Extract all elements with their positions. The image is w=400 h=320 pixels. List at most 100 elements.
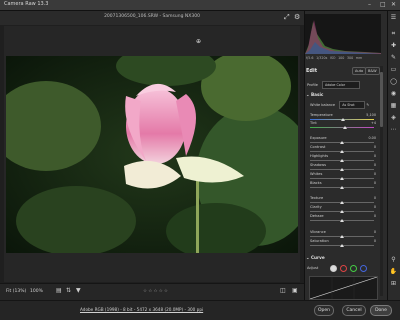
snapshots-icon[interactable]: ▦ bbox=[389, 102, 398, 109]
slider-value[interactable]: 0 bbox=[374, 239, 376, 243]
red-eye-icon[interactable]: ◉ bbox=[389, 90, 398, 97]
curve-line bbox=[309, 276, 378, 300]
curve-rgb-icon[interactable] bbox=[330, 265, 337, 272]
slider-label: Highlights bbox=[310, 154, 329, 158]
slider-value[interactable]: 0.00 bbox=[368, 136, 376, 140]
slider-knob[interactable] bbox=[340, 185, 344, 189]
edit-header: Edit bbox=[306, 68, 318, 74]
white-balance-select[interactable]: As Shot bbox=[339, 101, 366, 109]
profile-select[interactable]: Adobe Color bbox=[322, 81, 361, 89]
curve-red-icon[interactable] bbox=[340, 265, 347, 272]
before-after-icon[interactable]: ◫ bbox=[280, 287, 286, 294]
basic-section-header[interactable]: ⌄ Basic bbox=[306, 92, 323, 97]
slider-label: Blacks bbox=[310, 181, 322, 185]
adjust-label: Adjust bbox=[307, 266, 319, 270]
slider-value[interactable]: 0 bbox=[374, 172, 376, 176]
slider-label: Whites bbox=[310, 172, 323, 176]
slider-tint[interactable]: Tint +4 bbox=[310, 121, 376, 131]
histogram bbox=[305, 14, 381, 54]
slider-value[interactable]: 0 bbox=[374, 145, 376, 149]
slider-label: Clarity bbox=[310, 205, 322, 209]
crop-icon[interactable]: ⌗ bbox=[389, 30, 398, 38]
slider-value[interactable]: 0 bbox=[374, 214, 376, 218]
filter-icon[interactable]: ▼ bbox=[76, 287, 81, 294]
slider-knob[interactable] bbox=[340, 140, 344, 144]
slider-value[interactable]: +4 bbox=[371, 121, 376, 125]
slider-value[interactable]: 0 bbox=[374, 230, 376, 234]
title-bar: Camera Raw 13.3 – □ ✕ bbox=[0, 0, 400, 11]
toggle-view-icon[interactable]: ▣ bbox=[292, 287, 298, 294]
bw-button[interactable]: B&W bbox=[365, 67, 380, 75]
slider-knob[interactable] bbox=[340, 243, 344, 247]
star-rating[interactable]: ☆☆☆☆☆ bbox=[143, 289, 169, 294]
zoom-cursor-icon: ⊕ bbox=[196, 38, 202, 45]
adjustment-brush-icon[interactable]: ✎ bbox=[389, 54, 398, 61]
panel-scroll-thumb[interactable] bbox=[380, 72, 383, 127]
expand-icon[interactable]: ⤢ bbox=[284, 13, 290, 22]
sort-icon[interactable]: ⇅ bbox=[66, 287, 71, 294]
more-icon[interactable]: ⋯ bbox=[389, 126, 398, 133]
slider-knob[interactable] bbox=[340, 218, 344, 222]
workflow-options-link[interactable]: Adobe RGB (1998) - 8 bit - 5472 x 3648 (… bbox=[80, 307, 203, 312]
zoom-icon[interactable]: ⚲ bbox=[389, 256, 398, 263]
slider-dehaze[interactable]: Dehaze 0 bbox=[310, 214, 376, 224]
aperture-value: f/5.6 bbox=[306, 56, 314, 60]
fit-zoom-select[interactable]: Fit (13%) bbox=[6, 289, 26, 294]
slider-label: Shadows bbox=[310, 163, 327, 167]
maximize-icon[interactable]: □ bbox=[380, 1, 386, 8]
footer-bar: Adobe RGB (1998) - 8 bit - 5472 x 3648 (… bbox=[0, 300, 400, 320]
slider-track[interactable] bbox=[310, 127, 374, 128]
lotus-photo bbox=[6, 56, 298, 253]
slider-value[interactable]: 0 bbox=[374, 205, 376, 209]
curve-blue-icon[interactable] bbox=[360, 265, 367, 272]
slider-knob[interactable] bbox=[340, 176, 344, 180]
eyedropper-icon[interactable]: ✎ bbox=[366, 103, 369, 107]
curve-graph[interactable] bbox=[309, 276, 378, 300]
focal-length-value: 300 mm bbox=[346, 56, 363, 60]
radial-filter-icon[interactable]: ◯ bbox=[389, 78, 398, 85]
close-icon[interactable]: ✕ bbox=[391, 1, 396, 8]
curve-section-header[interactable]: ⌄ Curve bbox=[306, 255, 325, 260]
presets-icon[interactable]: ◈ bbox=[389, 114, 398, 121]
slider-label: Dehaze bbox=[310, 214, 324, 218]
histogram-graph bbox=[305, 20, 381, 54]
slider-knob[interactable] bbox=[340, 234, 344, 238]
slider-knob[interactable] bbox=[340, 209, 344, 213]
filmstrip-icon[interactable]: ▤ bbox=[56, 287, 62, 294]
curve-green-icon[interactable] bbox=[350, 265, 357, 272]
slider-knob[interactable] bbox=[340, 200, 344, 204]
panel-scrollbar[interactable] bbox=[380, 66, 383, 296]
grid-icon[interactable]: ⊞ bbox=[389, 280, 398, 287]
app-title: Camera Raw 13.3 bbox=[4, 1, 49, 7]
canvas-bottom-bar: Fit (13%) 100% ▤ ⇅ ▼ ☆☆☆☆☆ ◫ ▣ bbox=[0, 283, 304, 300]
camera-info: f/5.6 1/320s ISO 100 300 mm bbox=[306, 56, 382, 60]
slider-knob[interactable] bbox=[340, 158, 344, 162]
slider-value[interactable]: 0 bbox=[374, 163, 376, 167]
graduated-filter-icon[interactable]: ▭ bbox=[389, 66, 398, 73]
healing-icon[interactable]: ✚ bbox=[389, 42, 398, 49]
slider-saturation[interactable]: Saturation 0 bbox=[310, 239, 376, 249]
curve-label: Curve bbox=[310, 255, 325, 260]
slider-value[interactable]: 0 bbox=[374, 181, 376, 185]
photo-preview[interactable] bbox=[6, 56, 298, 253]
done-button[interactable]: Done bbox=[370, 305, 392, 316]
slider-label: Texture bbox=[310, 196, 324, 200]
minimize-icon[interactable]: – bbox=[368, 1, 371, 8]
slider-label: Exposure bbox=[310, 136, 327, 140]
slider-value[interactable]: 5,100 bbox=[366, 113, 376, 117]
slider-label: Contrast bbox=[310, 145, 326, 149]
slider-value[interactable]: 0 bbox=[374, 154, 376, 158]
cancel-button[interactable]: Cancel bbox=[342, 305, 366, 316]
edit-icon[interactable]: ☰ bbox=[389, 14, 398, 21]
slider-value[interactable]: 0 bbox=[374, 196, 376, 200]
slider-knob[interactable] bbox=[343, 125, 348, 129]
slider-blacks[interactable]: Blacks 0 bbox=[310, 181, 376, 191]
zoom-percent-select[interactable]: 100% bbox=[30, 289, 43, 294]
slider-label: Saturation bbox=[310, 239, 329, 243]
profile-row: Profile Adobe Color bbox=[307, 81, 361, 89]
hand-icon[interactable]: ✋ bbox=[389, 268, 398, 275]
open-button[interactable]: Open bbox=[314, 305, 334, 316]
slider-knob[interactable] bbox=[340, 149, 344, 153]
settings-gear-icon[interactable]: ⚙ bbox=[294, 13, 300, 21]
slider-knob[interactable] bbox=[340, 167, 344, 171]
